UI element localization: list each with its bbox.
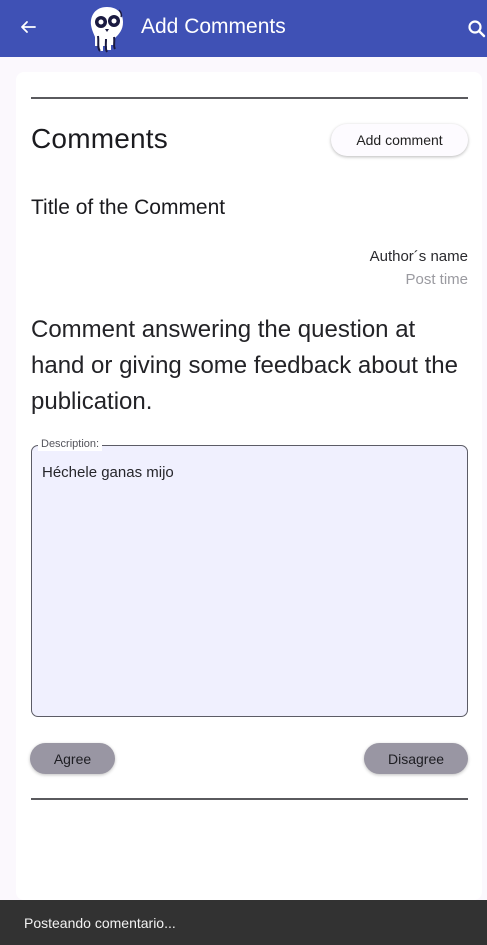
bottom-divider (31, 798, 468, 800)
skull-logo-icon (86, 4, 128, 54)
arrow-left-icon[interactable] (17, 16, 39, 38)
description-value[interactable]: Héchele ganas mijo (42, 464, 174, 481)
comment-title: Title of the Comment (31, 196, 226, 219)
post-time: Post time (405, 271, 468, 288)
top-divider (31, 97, 468, 99)
snackbar: Posteando comentario... (0, 900, 487, 945)
snackbar-message: Posteando comentario... (24, 914, 176, 931)
app-bar: Add Comments (0, 0, 487, 57)
description-label: Description: (38, 437, 103, 451)
agree-button[interactable]: Agree (30, 743, 115, 774)
description-field[interactable] (31, 445, 468, 717)
search-icon[interactable] (466, 18, 487, 39)
add-comment-button[interactable]: Add comment (331, 124, 468, 156)
comments-heading: Comments (31, 123, 168, 154)
page-title: Add Comments (141, 15, 286, 38)
disagree-button[interactable]: Disagree (364, 743, 468, 774)
comment-body: Comment answering the question at hand o… (31, 316, 458, 415)
author-name: Author´s name (369, 248, 468, 265)
